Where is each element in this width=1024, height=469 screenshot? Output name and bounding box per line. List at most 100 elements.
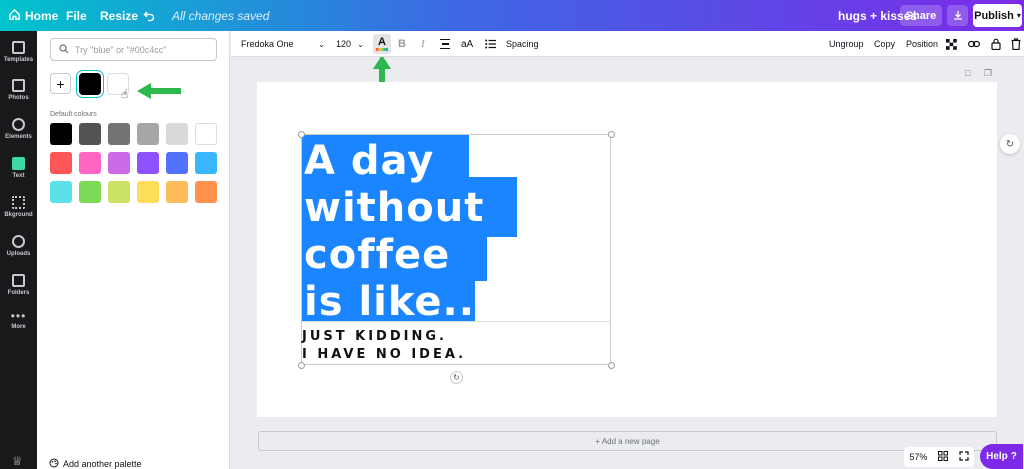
color-swatch[interactable] (79, 123, 101, 145)
sidebar-item-folders[interactable]: Folders (0, 268, 37, 304)
file-menu[interactable]: File (66, 0, 87, 31)
zoom-level[interactable]: 57% (909, 452, 927, 462)
position-button[interactable]: Position (906, 31, 938, 57)
download-button[interactable] (947, 5, 968, 26)
rotate-handle-icon[interactable]: ↻ (450, 371, 463, 384)
elements-icon (12, 118, 25, 131)
home-icon (8, 8, 21, 24)
list-icon[interactable] (485, 31, 496, 57)
uploads-icon (12, 235, 25, 248)
photos-icon (12, 79, 25, 92)
color-swatch[interactable] (50, 123, 72, 145)
headline-line: without (304, 185, 485, 231)
sidebar-item-templates[interactable]: Templates (0, 35, 37, 71)
ungroup-button[interactable]: Ungroup (829, 31, 864, 57)
resize-handle[interactable] (608, 131, 615, 138)
font-name: Fredoka One (241, 39, 294, 49)
color-swatch[interactable] (79, 152, 101, 174)
color-swatch[interactable] (195, 123, 217, 145)
plus-icon: + (56, 75, 65, 92)
sidebar-item-uploads[interactable]: Uploads (0, 229, 37, 265)
color-swatch[interactable] (195, 181, 217, 203)
headline-line: coffee (304, 232, 451, 278)
color-swatch[interactable] (166, 152, 188, 174)
sidebar-item-text[interactable]: Text (0, 151, 37, 187)
color-swatch[interactable] (79, 181, 101, 203)
text-color-button[interactable]: A (373, 34, 391, 54)
sidebar-item-photos[interactable]: Photos (0, 73, 37, 109)
page-notes-icon[interactable]: □ (965, 68, 970, 78)
letter-case-button[interactable]: aA (461, 31, 473, 57)
sidebar-item-label: Folders (7, 290, 30, 296)
trash-icon[interactable] (1011, 31, 1021, 57)
hand-cursor-icon: ☝ (121, 87, 129, 101)
sidebar-item-more[interactable]: ••• More (0, 307, 37, 343)
color-swatch[interactable] (137, 123, 159, 145)
sidebar-item-label: Templates (3, 57, 34, 63)
resize-handle[interactable] (298, 131, 305, 138)
resize-handle[interactable] (298, 362, 305, 369)
publish-label: Publish (974, 9, 1014, 22)
default-colors-grid (50, 123, 217, 203)
headline-line: A day (304, 138, 435, 184)
color-swatch[interactable] (195, 152, 217, 174)
copy-button[interactable]: Copy (874, 31, 895, 57)
top-bar: Home File Resize All changes saved hugs … (0, 0, 1024, 31)
fullscreen-icon[interactable] (959, 451, 969, 463)
align-left-icon[interactable] (440, 31, 450, 57)
font-dropdown[interactable]: Fredoka One ⌄ (241, 31, 325, 57)
more-icon: ••• (10, 309, 27, 323)
sidebar-item-label: Text (12, 173, 25, 179)
home-button[interactable]: Home (8, 0, 58, 31)
font-size-dropdown[interactable]: 120 ⌄ (336, 31, 364, 57)
sidebar-item-background[interactable]: Bkground (0, 190, 37, 226)
color-swatch[interactable] (108, 181, 130, 203)
search-icon (59, 43, 69, 57)
color-swatch[interactable] (166, 123, 188, 145)
color-swatch[interactable] (108, 123, 130, 145)
color-swatch[interactable] (137, 152, 159, 174)
headline-text[interactable]: A day without coffee is like... (304, 138, 491, 326)
color-swatch[interactable] (50, 181, 72, 203)
add-page-button[interactable]: + Add a new page (258, 431, 997, 451)
help-button[interactable]: Help ? (980, 444, 1023, 469)
publish-button[interactable]: Publish ▾ (973, 4, 1022, 27)
add-palette-button[interactable]: Add another palette (49, 458, 142, 469)
chevron-down-icon: ⌄ (318, 39, 325, 49)
subtext[interactable]: JUST KIDDING. I HAVE NO IDEA. (302, 328, 466, 364)
link-icon[interactable] (968, 31, 980, 57)
document-color-swatch[interactable] (79, 73, 101, 95)
resize-menu[interactable]: Resize (100, 0, 138, 31)
add-color-button[interactable]: + (50, 73, 71, 94)
headline-line: is like... (304, 279, 492, 325)
subtext-line: I HAVE NO IDEA. (302, 347, 467, 362)
text-color-letter: A (378, 36, 386, 48)
italic-button[interactable]: I (421, 31, 425, 57)
color-swatch[interactable] (50, 152, 72, 174)
chevron-down-icon: ⌄ (357, 39, 364, 49)
duplicate-page-icon[interactable]: ❐ (984, 68, 992, 79)
rotate-page-icon[interactable]: ↻ (1000, 134, 1020, 154)
sidebar-item-label: Uploads (6, 251, 31, 257)
spacing-button[interactable]: Spacing (506, 31, 539, 57)
transparency-icon[interactable] (946, 31, 957, 57)
resize-handle[interactable] (608, 362, 615, 369)
editor-toolbar: Fredoka One ⌄ 120 ⌄ A B I aA Spacing Ung… (231, 31, 1024, 57)
color-swatch[interactable] (108, 152, 130, 174)
lock-icon[interactable] (991, 31, 1001, 57)
color-swatch[interactable] (166, 181, 188, 203)
background-icon (12, 196, 25, 209)
font-size-value: 120 (336, 39, 352, 49)
undo-icon[interactable] (143, 0, 155, 31)
crown-icon[interactable]: ♕ (12, 454, 23, 468)
color-search-input[interactable] (75, 44, 205, 55)
color-swatch[interactable] (137, 181, 159, 203)
sidebar-item-label: More (11, 324, 26, 330)
share-button[interactable]: Share (900, 5, 942, 26)
default-colors-label: Default colours (50, 111, 97, 118)
sidebar-item-elements[interactable]: Elements (0, 112, 37, 148)
bold-button[interactable]: B (398, 31, 406, 57)
subtext-line: JUST KIDDING. (302, 329, 447, 344)
color-search[interactable] (50, 38, 217, 61)
grid-view-icon[interactable] (938, 451, 948, 463)
